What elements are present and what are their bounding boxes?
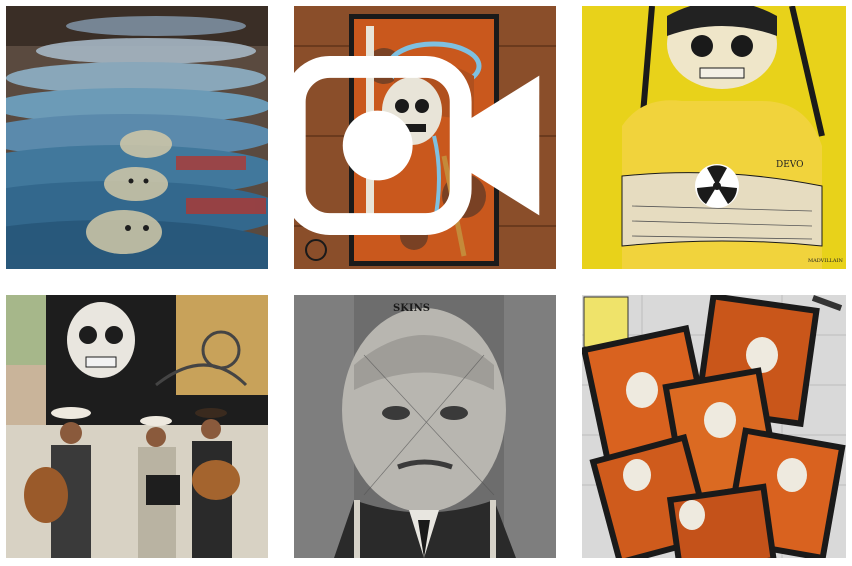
photo-grid: DEVO MADVILLAIN SKINS bbox=[0, 0, 852, 566]
grid-tile-musicians[interactable] bbox=[6, 295, 268, 558]
prints-image bbox=[582, 295, 846, 558]
grid-tile-skull-girl-yellow[interactable]: DEVO MADVILLAIN bbox=[582, 6, 846, 269]
skull-girl-yellow-image bbox=[582, 6, 846, 269]
grid-tile-prints[interactable] bbox=[582, 295, 846, 558]
grid-tile-skate-decks[interactable] bbox=[6, 6, 268, 269]
portrait-caption-text: SKINS bbox=[393, 303, 430, 314]
shirt-tag-text: DEVO bbox=[776, 160, 804, 170]
sticker-text: MADVILLAIN bbox=[808, 258, 843, 264]
collage-portrait-image bbox=[294, 295, 556, 558]
grid-tile-collage-portrait[interactable]: SKINS bbox=[294, 295, 556, 558]
musicians-image bbox=[6, 295, 268, 558]
grid-tile-skull-girl-panel[interactable] bbox=[294, 6, 556, 269]
skate-decks-image bbox=[6, 6, 268, 269]
video-camera-icon bbox=[294, 55, 540, 236]
